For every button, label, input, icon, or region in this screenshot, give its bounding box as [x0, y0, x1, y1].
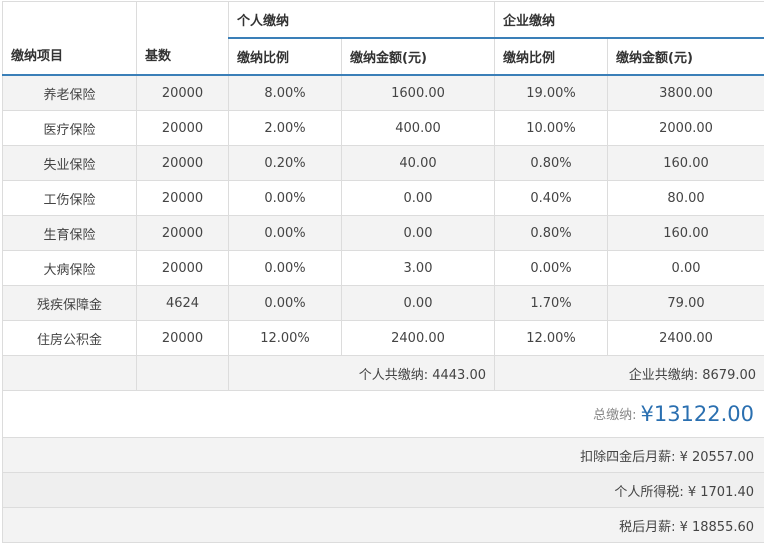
- cell-personal-rate: 0.00%: [228, 250, 342, 286]
- after-tax-salary: 税后月薪: ¥ 18855.60: [1, 507, 764, 543]
- cell-item: 失业保险: [2, 145, 137, 181]
- cell-personal-rate: 0.00%: [228, 285, 342, 321]
- cell-base: 20000: [136, 145, 229, 181]
- cell-item: 工伤保险: [2, 180, 137, 216]
- cell-base: 4624: [136, 285, 229, 321]
- cell-personal-rate: 0.00%: [228, 215, 342, 251]
- header-company-rate: 缴纳比例: [494, 37, 609, 76]
- table-row: 医疗保险 20000 2.00% 400.00 10.00% 2000.00: [2, 110, 764, 146]
- cell-item: 养老保险: [2, 74, 137, 111]
- table-row: 残疾保障金 4624 0.00% 0.00 1.70% 79.00: [2, 285, 764, 321]
- header-company-amount: 缴纳金额(元): [607, 37, 764, 76]
- header-item: 缴纳项目: [2, 1, 137, 76]
- summary-row: 税后月薪: ¥ 18855.60: [1, 507, 764, 543]
- personal-subtotal: 个人共缴纳: 4443.00: [227, 355, 496, 391]
- cell-company-rate: 0.40%: [494, 180, 609, 216]
- income-tax: 个人所得税: ¥ 1701.40: [1, 472, 764, 508]
- table-row: 失业保险 20000 0.20% 40.00 0.80% 160.00: [2, 145, 764, 181]
- cell-personal-amount: 0.00: [340, 285, 496, 321]
- grand-total-cell: 总缴纳: ¥13122.00: [1, 390, 764, 438]
- cell-base: 20000: [136, 74, 229, 111]
- subtotal-empty-base: [136, 355, 229, 391]
- cell-base: 20000: [136, 110, 229, 146]
- cell-personal-amount: 0.00: [340, 215, 496, 251]
- net-salary-after-funds: 扣除四金后月薪: ¥ 20557.00: [1, 437, 764, 473]
- cell-base: 20000: [136, 180, 229, 216]
- company-subtotal: 企业共缴纳: 8679.00: [494, 355, 764, 391]
- cell-personal-rate: 12.00%: [228, 320, 342, 356]
- header-base: 基数: [136, 1, 229, 76]
- grand-total-value: ¥13122.00: [640, 402, 755, 426]
- cell-item: 医疗保险: [2, 110, 137, 146]
- header-row-top: 缴纳项目 基数 个人缴纳 企业缴纳: [2, 1, 764, 76]
- cell-personal-amount: 40.00: [340, 145, 496, 181]
- cell-personal-rate: 8.00%: [228, 74, 342, 111]
- cell-company-amount: 79.00: [607, 285, 764, 321]
- grand-total-label: 总缴纳:: [593, 408, 637, 423]
- summary-row: 个人所得税: ¥ 1701.40: [1, 472, 764, 508]
- cell-personal-rate: 0.20%: [228, 145, 342, 181]
- cell-company-rate: 12.00%: [494, 320, 609, 356]
- grand-total-row: 总缴纳: ¥13122.00: [1, 390, 764, 438]
- cell-company-rate: 0.80%: [494, 145, 609, 181]
- cell-item: 残疾保障金: [2, 285, 137, 321]
- table-row: 养老保险 20000 8.00% 1600.00 19.00% 3800.00: [2, 74, 764, 111]
- cell-company-amount: 160.00: [607, 145, 764, 181]
- cell-base: 20000: [136, 320, 229, 356]
- cell-company-amount: 80.00: [607, 180, 764, 216]
- table-row: 工伤保险 20000 0.00% 0.00 0.40% 80.00: [2, 180, 764, 216]
- header-personal-rate: 缴纳比例: [228, 37, 342, 76]
- header-company-group: 企业缴纳: [494, 1, 764, 39]
- cell-company-amount: 2400.00: [607, 320, 764, 356]
- cell-company-amount: 0.00: [607, 250, 764, 286]
- cell-personal-amount: 400.00: [340, 110, 496, 146]
- contribution-table: 缴纳项目 基数 个人缴纳 企业缴纳 缴纳比例 缴纳金额(元) 缴纳比例 缴纳金额…: [1, 1, 764, 543]
- cell-personal-amount: 1600.00: [340, 74, 496, 111]
- table-row: 生育保险 20000 0.00% 0.00 0.80% 160.00: [2, 215, 764, 251]
- cell-item: 大病保险: [2, 250, 137, 286]
- header-personal-group: 个人缴纳: [227, 1, 496, 39]
- cell-company-amount: 3800.00: [607, 74, 764, 111]
- cell-personal-rate: 0.00%: [228, 180, 342, 216]
- summary-row: 扣除四金后月薪: ¥ 20557.00: [1, 437, 764, 473]
- cell-company-rate: 19.00%: [494, 74, 609, 111]
- table-row: 住房公积金 20000 12.00% 2400.00 12.00% 2400.0…: [2, 320, 764, 356]
- table-row: 大病保险 20000 0.00% 3.00 0.00% 0.00: [2, 250, 764, 286]
- cell-company-amount: 2000.00: [607, 110, 764, 146]
- cell-base: 20000: [136, 215, 229, 251]
- cell-personal-amount: 2400.00: [340, 320, 496, 356]
- cell-company-rate: 0.80%: [494, 215, 609, 251]
- header-personal-amount: 缴纳金额(元): [340, 37, 496, 76]
- cell-personal-rate: 2.00%: [228, 110, 342, 146]
- cell-company-rate: 10.00%: [494, 110, 609, 146]
- cell-company-rate: 0.00%: [494, 250, 609, 286]
- cell-company-amount: 160.00: [607, 215, 764, 251]
- cell-item: 生育保险: [2, 215, 137, 251]
- cell-base: 20000: [136, 250, 229, 286]
- subtotal-empty-item: [2, 355, 137, 391]
- cell-item: 住房公积金: [2, 320, 137, 356]
- subtotal-row: 个人共缴纳: 4443.00 企业共缴纳: 8679.00: [2, 355, 764, 391]
- cell-personal-amount: 0.00: [340, 180, 496, 216]
- cell-company-rate: 1.70%: [494, 285, 609, 321]
- cell-personal-amount: 3.00: [340, 250, 496, 286]
